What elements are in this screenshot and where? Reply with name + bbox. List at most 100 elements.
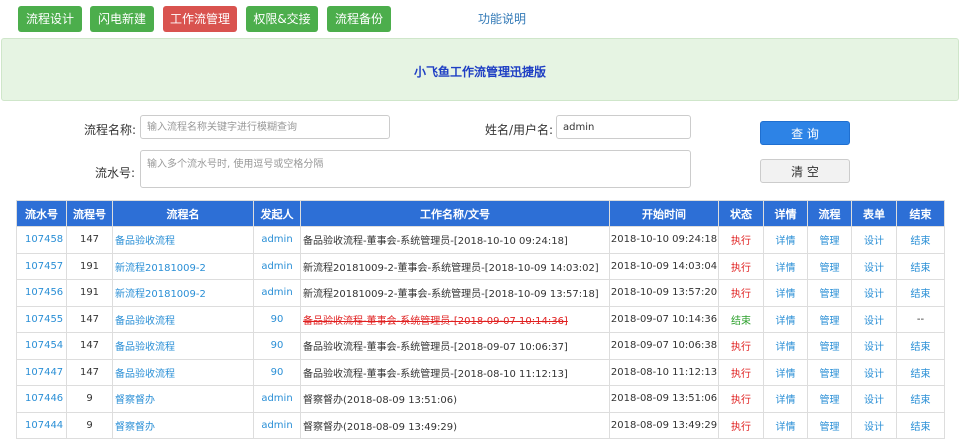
- initiator-link[interactable]: 90: [253, 332, 301, 360]
- start-time: 2018-08-09 13:49:29: [609, 411, 719, 439]
- detail-link[interactable]: 详情: [763, 305, 808, 333]
- nav-button-permission-handover[interactable]: 权限&交接: [246, 6, 318, 32]
- col-header-work-name: 工作名称/文号: [300, 200, 610, 227]
- flow-name-link[interactable]: 备品验收流程: [112, 358, 254, 386]
- end-link[interactable]: 结束: [896, 279, 945, 307]
- serial-link[interactable]: 107458: [16, 226, 67, 254]
- work-name: 备品验收流程-董事会-系统管理员-[2018-08-10 11:12:13]: [300, 358, 610, 386]
- nav-button-quick-create[interactable]: 闪电新建: [90, 6, 154, 32]
- manage-link[interactable]: 管理: [807, 279, 852, 307]
- help-link[interactable]: 功能说明: [478, 10, 526, 27]
- detail-link[interactable]: 详情: [763, 385, 808, 413]
- detail-link[interactable]: 详情: [763, 226, 808, 254]
- form-design-link[interactable]: 设计: [851, 252, 897, 280]
- flow-no: 9: [66, 411, 113, 439]
- detail-link[interactable]: 详情: [763, 332, 808, 360]
- initiator-link[interactable]: admin: [253, 385, 301, 413]
- initiator-link[interactable]: 90: [253, 358, 301, 386]
- serial-link[interactable]: 107444: [16, 411, 67, 439]
- flow-name-link[interactable]: 备品验收流程: [112, 226, 254, 254]
- manage-link[interactable]: 管理: [807, 358, 852, 386]
- end-link[interactable]: 结束: [896, 332, 945, 360]
- nav-button-workflow-manage[interactable]: 工作流管理: [163, 6, 237, 32]
- initiator-link[interactable]: admin: [253, 252, 301, 280]
- query-button[interactable]: 查 询: [760, 121, 850, 145]
- start-time: 2018-09-07 10:14:36: [609, 305, 719, 333]
- nav-button-flow-design[interactable]: 流程设计: [18, 6, 82, 32]
- end-link[interactable]: 结束: [896, 226, 945, 254]
- status: 执行: [718, 358, 764, 386]
- manage-link[interactable]: 管理: [807, 252, 852, 280]
- end-link[interactable]: 结束: [896, 252, 945, 280]
- status: 执行: [718, 385, 764, 413]
- end-link[interactable]: 结束: [896, 358, 945, 386]
- flow-name-link[interactable]: 备品验收流程: [112, 305, 254, 333]
- detail-link[interactable]: 详情: [763, 411, 808, 439]
- form-design-link[interactable]: 设计: [851, 358, 897, 386]
- manage-link[interactable]: 管理: [807, 411, 852, 439]
- serial-link[interactable]: 107446: [16, 385, 67, 413]
- work-name: 新流程20181009-2-董事会-系统管理员-[2018-10-09 14:0…: [300, 252, 610, 280]
- manage-link[interactable]: 管理: [807, 332, 852, 360]
- end-link[interactable]: 结束: [896, 385, 945, 413]
- status: 执行: [718, 226, 764, 254]
- page-title: 小飞鱼工作流管理迅捷版: [413, 65, 546, 79]
- col-header-start-time: 开始时间: [609, 200, 719, 227]
- initiator-link[interactable]: admin: [253, 279, 301, 307]
- serial-link[interactable]: 107456: [16, 279, 67, 307]
- workflow-table: 流水号 流程号 流程名 发起人 工作名称/文号 开始时间 状态 详情 流程 表单…: [16, 200, 945, 439]
- col-header-flow: 流程: [807, 200, 852, 227]
- col-header-end: 结束: [896, 200, 945, 227]
- serial-link[interactable]: 107454: [16, 332, 67, 360]
- serial-link[interactable]: 107457: [16, 252, 67, 280]
- start-time: 2018-09-07 10:06:38: [609, 332, 719, 360]
- form-design-link[interactable]: 设计: [851, 279, 897, 307]
- col-header-form: 表单: [851, 200, 897, 227]
- detail-link[interactable]: 详情: [763, 252, 808, 280]
- nav-button-flow-backup[interactable]: 流程备份: [327, 6, 391, 32]
- top-navigation: 流程设计 闪电新建 工作流管理 权限&交接 流程备份 功能说明: [0, 0, 960, 38]
- form-design-link[interactable]: 设计: [851, 332, 897, 360]
- initiator-link[interactable]: admin: [253, 411, 301, 439]
- flow-name-link[interactable]: 新流程20181009-2: [112, 252, 254, 280]
- serial-label: 流水号:: [95, 166, 136, 180]
- manage-link[interactable]: 管理: [807, 385, 852, 413]
- work-name-finished: 备品验收流程-董事会-系统管理员-[2018-09-07 10:14:36]: [300, 305, 610, 333]
- form-design-link[interactable]: 设计: [851, 411, 897, 439]
- detail-link[interactable]: 详情: [763, 279, 808, 307]
- start-time: 2018-08-09 13:51:06: [609, 385, 719, 413]
- flow-name-link[interactable]: 新流程20181009-2: [112, 279, 254, 307]
- flow-no: 191: [66, 252, 113, 280]
- flow-name-link[interactable]: 督察督办: [112, 385, 254, 413]
- col-header-serial: 流水号: [16, 200, 67, 227]
- serial-input[interactable]: [140, 150, 691, 188]
- work-name: 备品验收流程-董事会-系统管理员-[2018-10-10 09:24:18]: [300, 226, 610, 254]
- detail-link[interactable]: 详情: [763, 358, 808, 386]
- initiator-link[interactable]: 90: [253, 305, 301, 333]
- flow-name-link[interactable]: 备品验收流程: [112, 332, 254, 360]
- col-header-flow-name: 流程名: [112, 200, 254, 227]
- work-name: 督察督办(2018-08-09 13:51:06): [300, 385, 610, 413]
- flow-no: 147: [66, 332, 113, 360]
- user-input[interactable]: [556, 115, 691, 139]
- flow-name-input[interactable]: [140, 115, 390, 139]
- initiator-link[interactable]: admin: [253, 226, 301, 254]
- flow-no: 147: [66, 226, 113, 254]
- form-design-link[interactable]: 设计: [851, 385, 897, 413]
- status: 执行: [718, 279, 764, 307]
- col-header-flow-no: 流程号: [66, 200, 113, 227]
- serial-link[interactable]: 107447: [16, 358, 67, 386]
- status: 结束: [718, 305, 764, 333]
- table-row: 107458 147 备品验收流程 admin 备品验收流程-董事会-系统管理员…: [16, 226, 945, 254]
- clear-button[interactable]: 清 空: [760, 159, 850, 183]
- manage-link[interactable]: 管理: [807, 226, 852, 254]
- table-row: 107455 147 备品验收流程 90 备品验收流程-董事会-系统管理员-[2…: [16, 305, 945, 333]
- manage-link[interactable]: 管理: [807, 305, 852, 333]
- flow-name-link[interactable]: 督察督办: [112, 411, 254, 439]
- end-link[interactable]: 结束: [896, 411, 945, 439]
- flow-no: 9: [66, 385, 113, 413]
- flow-no: 147: [66, 358, 113, 386]
- form-design-link[interactable]: 设计: [851, 226, 897, 254]
- serial-link[interactable]: 107455: [16, 305, 67, 333]
- form-design-link[interactable]: 设计: [851, 305, 897, 333]
